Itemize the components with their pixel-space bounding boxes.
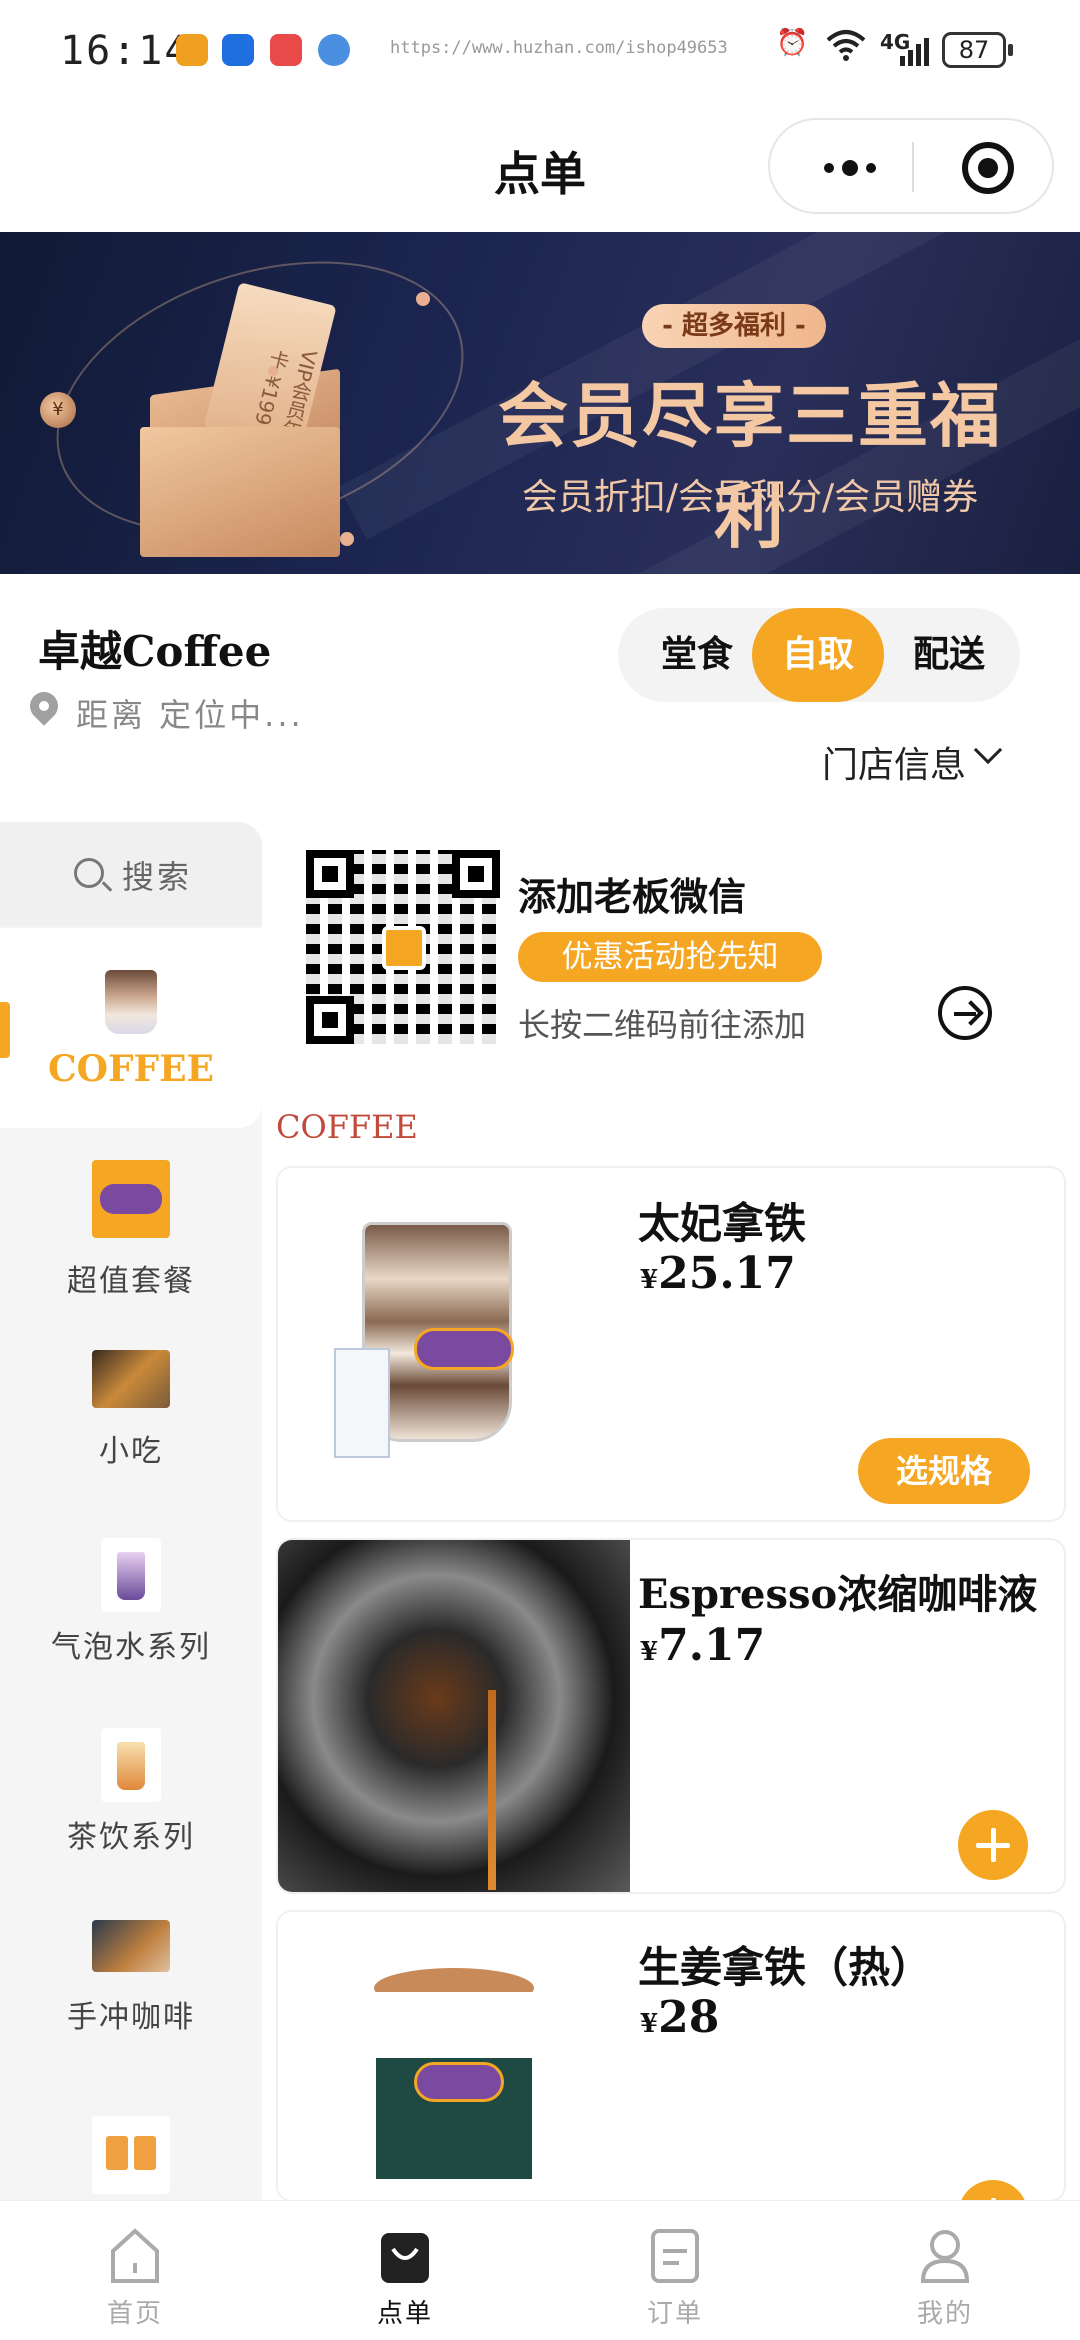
tab-home[interactable]: 首页 xyxy=(0,2201,270,2340)
ginger-latte-image xyxy=(278,1912,630,2200)
mode-delivery[interactable]: 配送 xyxy=(884,608,1014,702)
promo-tag: 优惠活动抢先知 xyxy=(518,932,822,982)
tab-label: 首页 xyxy=(106,2299,163,2329)
category-label: 小吃 xyxy=(99,1434,163,1469)
store-info-link[interactable]: 门店信息 xyxy=(822,736,966,788)
excellent-logo-image xyxy=(92,1160,170,1238)
status-time: 16:14 xyxy=(60,28,191,74)
category-sidebar: 搜索 COFFEE 超值套餐 小吃 气泡水系列 茶饮系列 手冲咖啡 xyxy=(0,822,262,2200)
category-item-sparkling[interactable]: 气泡水系列 xyxy=(0,1530,262,1720)
tab-me[interactable]: 我的 xyxy=(810,2201,1080,2340)
user-icon xyxy=(920,2230,970,2283)
product-card[interactable]: 生姜拿铁（热） ¥28 xyxy=(278,1912,1064,2200)
product-name: Espresso浓缩咖啡液 xyxy=(638,1571,1038,1618)
search-label: 搜索 xyxy=(122,858,193,896)
select-spec-button[interactable]: 选规格 xyxy=(858,1438,1030,1504)
snack-image xyxy=(92,1350,170,1408)
tab-label: 订单 xyxy=(646,2299,703,2329)
category-item-pourover[interactable]: 手冲咖啡 xyxy=(0,1912,262,2102)
mode-dine-in[interactable]: 堂食 xyxy=(632,608,762,702)
banner-title: 会员尽享三重福利 xyxy=(498,375,1002,558)
battery-indicator: 87 xyxy=(942,32,1013,68)
category-item-combo[interactable]: 超值套餐 xyxy=(0,1152,262,1342)
wifi-icon xyxy=(826,28,866,69)
add-to-cart-button[interactable] xyxy=(958,1810,1028,1880)
alarm-icon: ⏰ xyxy=(776,28,809,58)
shop-distance: 距离 定位中... xyxy=(76,696,304,734)
wechat-qr-code[interactable] xyxy=(306,850,500,1044)
title-bar: 点单 xyxy=(0,100,1080,232)
add-to-cart-button[interactable] xyxy=(958,2180,1028,2200)
weibo-icon xyxy=(176,34,208,66)
member-banner[interactable]: VIP会员年卡 ¥199 ¥ - 超多福利 - 会员尽享三重福利 会员折扣/会员… xyxy=(0,232,1080,574)
globe-app-icon xyxy=(318,34,350,66)
tab-orders[interactable]: 订单 xyxy=(540,2201,810,2340)
category-item-coffee[interactable]: COFFEE xyxy=(0,928,262,1128)
category-label: 手冲咖啡 xyxy=(67,2000,195,2035)
promo-description: 长按二维码前往添加 xyxy=(518,1006,807,1044)
product-price: ¥7.17 xyxy=(640,1620,766,1671)
banner-tag: - 超多福利 - xyxy=(642,304,826,348)
category-item-more[interactable] xyxy=(0,2108,262,2200)
tab-order[interactable]: 点单 xyxy=(270,2201,540,2340)
gift-box-front xyxy=(140,427,340,557)
banner-dot xyxy=(268,366,278,376)
book-app-icon xyxy=(270,34,302,66)
status-bar: 16:14 https://www.huzhan.com/ishop49653 … xyxy=(0,0,1080,100)
location-pin-icon xyxy=(24,686,64,726)
status-url: https://www.huzhan.com/ishop49653 xyxy=(390,38,728,58)
tab-label: 点单 xyxy=(376,2299,433,2329)
order-mode-switch: 堂食 自取 配送 xyxy=(618,608,1020,702)
mode-pickup[interactable]: 自取 xyxy=(752,608,884,702)
category-label: COFFEE xyxy=(47,1048,214,1090)
shopping-bag-icon xyxy=(381,2233,429,2283)
category-label: 气泡水系列 xyxy=(51,1630,211,1665)
beer-mugs-image xyxy=(92,2116,170,2194)
search-icon xyxy=(74,858,104,888)
more-dots-icon[interactable] xyxy=(810,150,890,186)
arrow-right-circle-icon[interactable] xyxy=(938,986,992,1040)
search-bar[interactable]: 搜索 xyxy=(0,822,262,926)
category-item-tea[interactable]: 茶饮系列 xyxy=(0,1720,262,1910)
product-card[interactable]: Espresso浓缩咖啡液 ¥7.17 xyxy=(278,1540,1064,1892)
section-title: COFFEE xyxy=(276,1108,418,1146)
coin-icon: ¥ xyxy=(40,392,76,428)
tab-label: 我的 xyxy=(916,2299,973,2329)
product-name: 生姜拿铁（热） xyxy=(638,1943,933,1992)
target-close-icon[interactable] xyxy=(962,142,1014,194)
signal-icon xyxy=(898,36,932,70)
product-price: ¥28 xyxy=(640,1992,720,2043)
category-label: 超值套餐 xyxy=(67,1264,195,1299)
order-doc-icon xyxy=(651,2229,699,2283)
sparkling-drink-image xyxy=(101,1538,161,1612)
bottom-tab-bar: 首页 点单 订单 我的 xyxy=(0,2200,1080,2340)
banner-dot xyxy=(416,292,430,306)
bulb-app-icon xyxy=(222,34,254,66)
category-item-snacks[interactable]: 小吃 xyxy=(0,1342,262,1532)
capsule-divider xyxy=(912,142,914,192)
qr-logo-icon xyxy=(382,926,426,970)
product-name: 太妃拿铁 xyxy=(638,1199,807,1248)
tea-drink-image xyxy=(101,1728,161,1802)
espresso-image xyxy=(278,1540,630,1892)
banner-dot xyxy=(340,532,354,546)
toffee-latte-image xyxy=(278,1168,630,1520)
pourover-image xyxy=(92,1920,170,1972)
category-label: 茶饮系列 xyxy=(67,1820,195,1855)
chevron-down-icon[interactable] xyxy=(973,735,1003,765)
product-price: ¥25.17 xyxy=(640,1248,796,1299)
home-icon xyxy=(111,2228,159,2283)
product-card[interactable]: 太妃拿铁 ¥25.17 选规格 xyxy=(278,1168,1064,1520)
promo-title: 添加老板微信 xyxy=(518,875,747,919)
miniprogram-capsule xyxy=(768,118,1054,214)
shop-name: 卓越Coffee xyxy=(38,627,272,676)
banner-subtitle: 会员折扣/会员积分/会员赠券 xyxy=(521,477,979,518)
coffee-cup-image xyxy=(105,970,157,1034)
